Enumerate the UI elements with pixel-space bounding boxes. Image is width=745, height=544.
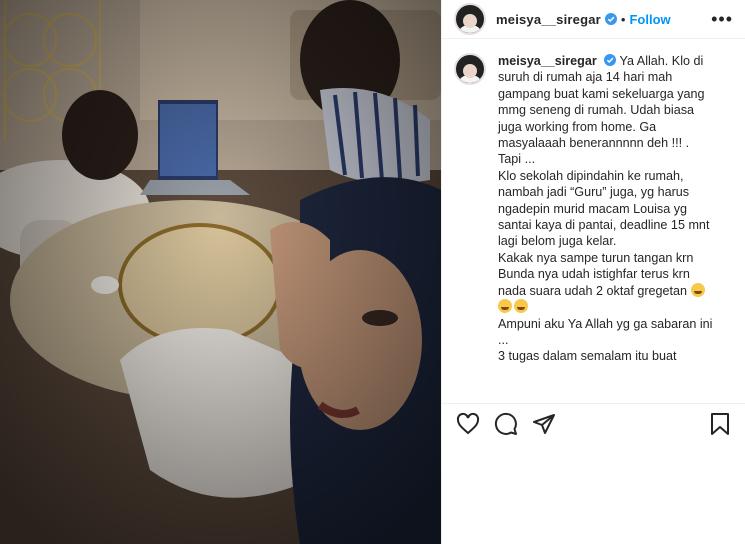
caption-line: ... [498,332,509,347]
caption-line: nambah jadi “Guru” juga, yg harus [498,185,690,200]
crying-face-emoji [690,282,705,297]
avatar[interactable] [454,3,486,35]
caption-line: Klo sekolah dipindahin ke rumah, [498,168,684,183]
caption-line: lagi belom juga kelar. [498,234,617,249]
follow-button[interactable]: Follow [629,12,670,27]
caption-line: Kakak nya sampe turun tangan krn [498,250,694,265]
caption-line: Bunda nya udah istighfar terus krn [498,267,690,282]
share-icon[interactable] [532,412,556,436]
caption-line: ngadepin murid macam Louisa yg [498,201,688,216]
post-side-panel: meisya__siregar • Follow ••• meisya__sir… [441,0,745,544]
more-options-icon[interactable]: ••• [711,10,733,28]
caption-line: nada suara udah 2 oktaf gregetan [498,283,688,298]
caption-line: masyalaaah benerannnnn deh !!! . [498,136,690,151]
caption-comment: meisya__siregar Ya Allah. Klo di suruh d… [442,39,745,389]
comment-icon[interactable] [494,412,518,436]
verified-badge-icon [604,54,617,66]
caption-line: mmg seneng di rumah. Udah biasa [498,103,695,118]
caption-username[interactable]: meisya__siregar [498,54,597,68]
caption-line: gampang buat kami sekeluarga yang [498,86,705,101]
header-username[interactable]: meisya__siregar [496,12,601,27]
heart-icon[interactable] [456,412,480,436]
photo-illustration [0,0,441,544]
bookmark-icon[interactable] [708,412,732,436]
caption-line: suruh di rumah aja 14 hari mah [498,70,673,85]
crying-face-emoji [514,299,528,314]
caption-text: meisya__siregar Ya Allah. Klo di suruh d… [498,53,733,389]
caption-line: Ampuni aku Ya Allah yg ga sabaran ini [498,316,713,331]
action-bar [442,403,745,443]
caption-line: Ya Allah. Klo di [619,54,704,68]
verified-badge-icon [604,13,617,25]
caption-line: Tapi ... [498,152,536,167]
post-photo[interactable] [0,0,441,544]
caption-line: santai kaya di pantai, deadline 15 mnt [498,218,710,233]
post-header: meisya__siregar • Follow ••• [442,0,745,39]
avatar[interactable] [454,53,486,85]
caption-line: 3 tugas dalam semalam itu buat [498,349,677,364]
separator-dot: • [620,11,626,27]
crying-face-emoji [498,299,512,314]
caption-line: juga working from home. Ga [498,119,657,134]
